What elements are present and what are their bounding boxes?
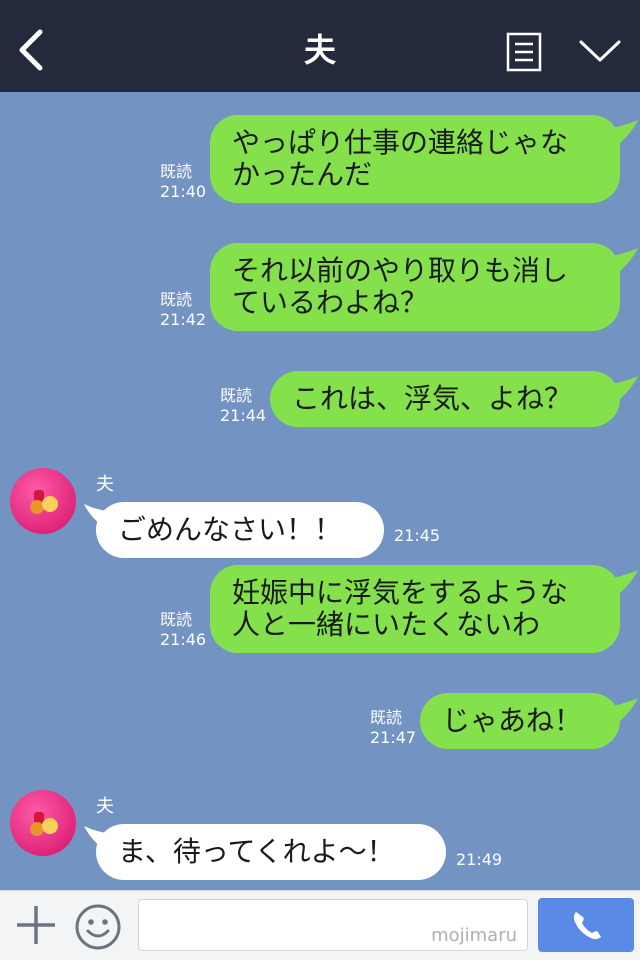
bubble-tail [604, 376, 638, 404]
message-line: やっぱり仕事の連絡じゃな [232, 126, 569, 159]
composer-bar: mojimaru [0, 890, 640, 960]
message-bubble-incoming[interactable]: ごめんなさい！！ [96, 502, 384, 558]
read-receipt: 既読 [220, 386, 253, 405]
message-time: 21:49 [456, 850, 503, 869]
message-bubble-outgoing[interactable]: じゃあね！ [420, 693, 620, 749]
message-line: ごめんなさい！！ [118, 513, 343, 546]
sender-name: 夫 [96, 796, 114, 817]
message-bubble-incoming[interactable]: ま、待ってくれよ〜！ [96, 824, 446, 880]
message-bubble-outgoing[interactable]: やっぱり仕事の連絡じゃな かったんだ [210, 115, 620, 203]
bubble-tail [604, 248, 638, 276]
phone-icon [573, 912, 601, 940]
message-time: 21:45 [394, 526, 441, 545]
call-button[interactable] [538, 898, 634, 952]
bubble-tail [604, 570, 638, 598]
message-bubble-outgoing[interactable]: これは、浮気、よね？ [270, 371, 620, 427]
read-receipt: 既読 [160, 162, 193, 181]
read-receipt: 既読 [370, 708, 403, 727]
message-time: 21:47 [370, 728, 417, 747]
message-line: ているわよね？ [232, 286, 429, 319]
message-line: 妊娠中に浮気をするような [232, 576, 569, 609]
chat-header: 夫 [0, 0, 640, 92]
plus-icon[interactable] [14, 903, 58, 947]
watermark: mojimaru [431, 925, 517, 946]
message-line: ま、待ってくれよ〜！ [118, 835, 395, 868]
message-meta: 既読 21:40 [160, 162, 206, 202]
read-receipt: 既読 [160, 610, 193, 629]
smiley-icon[interactable] [74, 903, 122, 951]
contact-avatar[interactable] [10, 790, 76, 856]
message-meta: 既読 21:46 [160, 610, 206, 650]
message-time: 21:46 [160, 630, 207, 649]
bubble-tail [604, 698, 638, 726]
message-time: 21:44 [220, 406, 267, 425]
contact-avatar[interactable] [10, 468, 76, 534]
message-meta: 既読 21:44 [220, 386, 266, 426]
message-line: これは、浮気、よね？ [292, 382, 573, 415]
message-line: 人と一緒にいたくないわ [232, 608, 541, 641]
message-meta: 既読 21:47 [370, 708, 416, 748]
message-line: それ以前のやり取りも消し [232, 254, 569, 287]
message-meta: 既読 21:42 [160, 290, 206, 330]
chevron-down-icon[interactable] [578, 38, 622, 66]
message-line: じゃあね！ [442, 704, 583, 737]
message-time: 21:42 [160, 310, 207, 329]
message-bubble-outgoing[interactable]: 妊娠中に浮気をするような 人と一緒にいたくないわ [210, 565, 620, 653]
message-line: かったんだ [232, 158, 373, 191]
chat-area[interactable]: やっぱり仕事の連絡じゃな かったんだ 既読 21:40 それ以前のやり取りも消し… [0, 92, 640, 890]
notes-icon[interactable] [506, 32, 542, 72]
read-receipt: 既読 [160, 290, 193, 309]
message-time: 21:40 [160, 182, 207, 201]
chat-title: 夫 [303, 31, 336, 69]
sender-name: 夫 [96, 474, 114, 495]
message-input-box[interactable]: mojimaru [138, 899, 528, 951]
bubble-tail [604, 120, 638, 148]
message-bubble-outgoing[interactable]: それ以前のやり取りも消し ているわよね？ [210, 243, 620, 331]
